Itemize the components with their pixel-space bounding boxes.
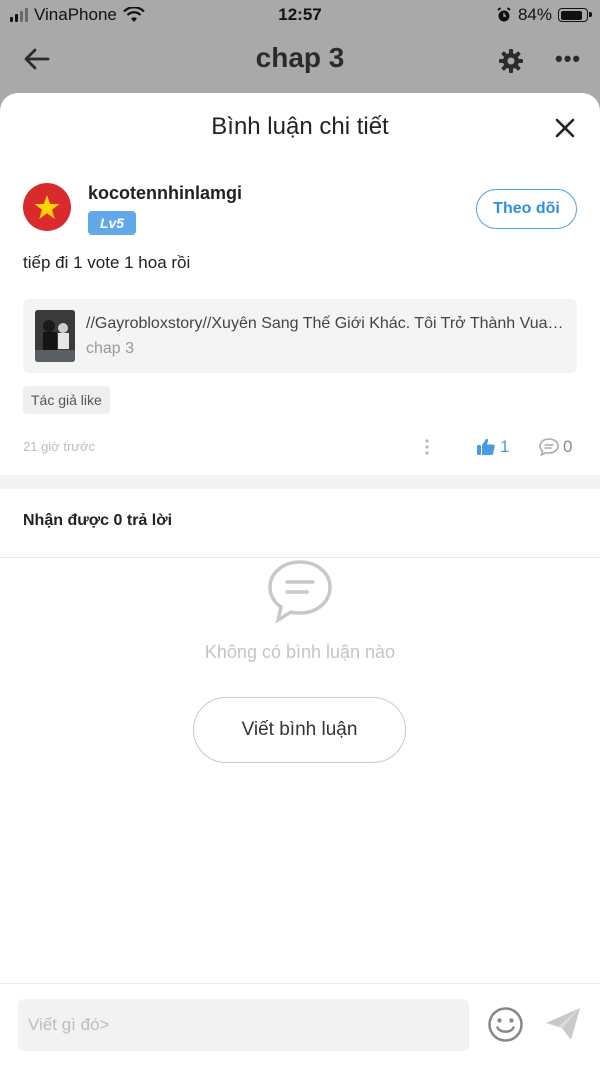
status-right: 84%	[496, 5, 592, 25]
vietnam-flag-star-icon	[34, 195, 60, 219]
level-badge: Lv5	[88, 211, 136, 235]
battery-fill	[560, 10, 582, 20]
battery-percent: 84%	[517, 5, 552, 24]
status-bar: VinaPhone 12:57 84%	[0, 0, 600, 30]
comment-composer: Viết gì đó>	[0, 983, 600, 1067]
comment-text: tiếp đi 1 vote 1 hoa rồi	[23, 253, 191, 272]
comment-bubble-icon[interactable]	[538, 437, 560, 457]
send-icon[interactable]	[544, 1006, 582, 1042]
follow-button[interactable]: Theo dõi	[476, 189, 577, 229]
more-options-icon[interactable]: •••	[555, 46, 581, 72]
emoji-icon[interactable]	[487, 1006, 524, 1043]
sheet-title: Bình luận chi tiết	[211, 113, 389, 140]
story-title: //Gayrobloxstory//Xuyên Sang Thế Giới Kh…	[86, 315, 566, 332]
empty-comments-text: Không có bình luận nào	[204, 642, 396, 662]
comment-input[interactable]: Viết gì đó>	[18, 999, 469, 1051]
close-icon[interactable]	[552, 115, 578, 141]
replies-heading: Nhận được 0 trả lời	[23, 512, 173, 529]
alarm-icon	[497, 7, 511, 22]
empty-comments-icon	[268, 560, 332, 624]
comment-timestamp: 21 giờ trước	[23, 439, 95, 454]
username[interactable]: kocotennhinlamgi	[88, 183, 242, 204]
thumbs-up-icon[interactable]	[476, 437, 496, 457]
write-comment-button[interactable]: Viết bình luận	[193, 697, 406, 763]
like-count: 1	[500, 437, 510, 456]
comment-detail-sheet: Bình luận chi tiết kocotennhinlamgi Lv5 …	[0, 93, 600, 1067]
story-chapter: chap 3	[86, 340, 135, 357]
story-link-card[interactable]: //Gayrobloxstory//Xuyên Sang Thế Giới Kh…	[23, 299, 577, 373]
gear-icon[interactable]	[498, 48, 524, 74]
section-divider	[0, 475, 600, 489]
author-like-tag: Tác giả like	[23, 386, 110, 414]
avatar[interactable]	[23, 183, 71, 231]
story-thumbnail	[35, 310, 75, 362]
battery-icon	[558, 8, 592, 22]
app-header: chap 3 •••	[0, 32, 600, 88]
kebab-menu-icon[interactable]	[423, 437, 431, 457]
reply-count: 0	[563, 437, 573, 456]
